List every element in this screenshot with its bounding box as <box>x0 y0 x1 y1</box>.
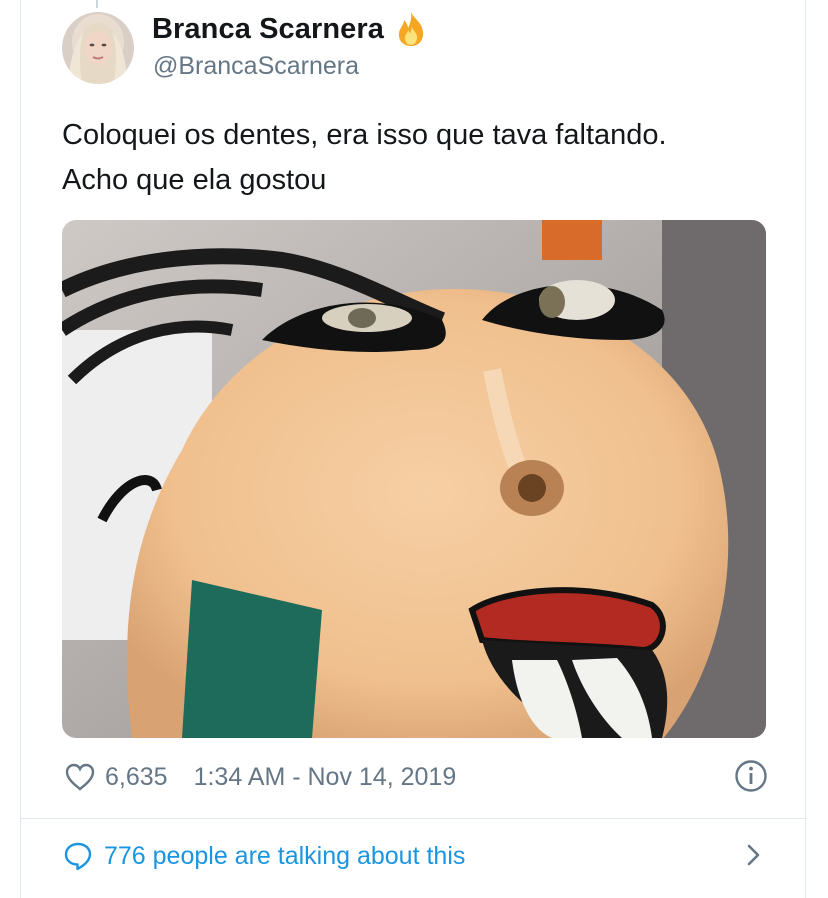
tweet-photo[interactable] <box>62 220 766 738</box>
tweet-text-line: Coloquei os dentes, era isso que tava fa… <box>62 119 667 151</box>
tweet-card: Branca Scarnera @BrancaScarnera Coloquei… <box>20 0 807 898</box>
chevron-right-icon[interactable] <box>738 840 768 870</box>
info-icon[interactable] <box>734 759 768 793</box>
avatar-image <box>62 12 134 84</box>
heart-icon[interactable] <box>64 762 96 792</box>
tweet-timestamp[interactable]: 1:34 AM - Nov 14, 2019 <box>194 763 457 792</box>
tweet-text-line: Acho que ela gostou <box>62 164 327 196</box>
user-handle[interactable]: @BrancaScarnera <box>153 52 359 81</box>
conversation-link[interactable]: 776 people are talking about this <box>62 836 768 876</box>
avatar[interactable] <box>62 12 134 84</box>
fire-emoji-icon <box>398 12 424 46</box>
divider <box>21 818 807 819</box>
like-count[interactable]: 6,635 <box>105 763 168 792</box>
clay-doll-face-photo <box>62 220 766 738</box>
display-name[interactable]: Branca Scarnera <box>152 13 384 46</box>
tweet-meta-row: 6,635 1:34 AM - Nov 14, 2019 <box>64 758 768 796</box>
speech-bubble-icon <box>64 842 92 871</box>
conversation-link-label[interactable]: 776 people are talking about this <box>104 842 465 871</box>
thread-connector-line <box>96 0 98 8</box>
author-name-row[interactable]: Branca Scarnera <box>152 10 430 48</box>
tweet-text: Coloquei os dentes, era isso que tava fa… <box>62 113 782 203</box>
